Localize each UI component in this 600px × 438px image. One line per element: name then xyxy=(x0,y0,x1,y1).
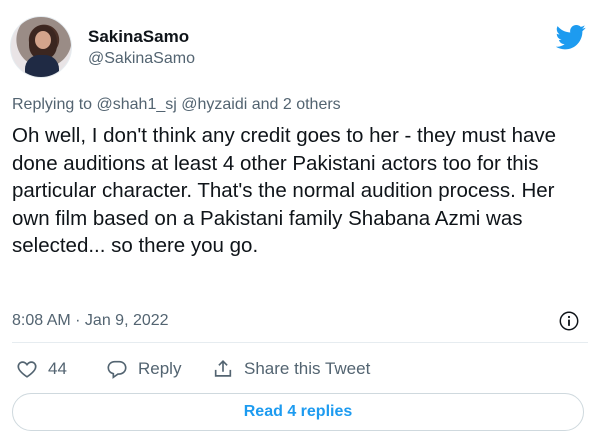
like-count: 44 xyxy=(48,359,67,378)
share-icon xyxy=(214,360,232,377)
replying-to: Replying to @shah1_sj @hyzaidi and 2 oth… xyxy=(12,96,341,114)
user-handle[interactable]: @SakinaSamo xyxy=(88,50,195,68)
speech-bubble-icon xyxy=(107,360,127,379)
heart-icon xyxy=(17,361,37,378)
tweet-text: Oh well, I don't think any credit goes t… xyxy=(12,124,557,257)
display-name[interactable]: SakinaSamo xyxy=(88,27,189,47)
tweet-header: SakinaSamo @SakinaSamo xyxy=(10,16,590,80)
reply-button[interactable]: Reply xyxy=(106,356,181,382)
like-button[interactable]: 44 xyxy=(16,356,67,382)
divider xyxy=(12,342,588,343)
share-button[interactable]: Share this Tweet xyxy=(212,356,370,382)
read-replies-button[interactable]: Read 4 replies xyxy=(12,393,584,431)
twitter-bird-icon[interactable] xyxy=(556,22,586,52)
tweet-meta: 8:08 AM · Jan 9, 2022 xyxy=(12,310,588,334)
avatar[interactable] xyxy=(10,16,72,78)
tweet-card: SakinaSamo @SakinaSamo Replying to @shah… xyxy=(0,0,600,438)
share-label: Share this Tweet xyxy=(244,359,371,378)
info-icon[interactable] xyxy=(558,310,580,332)
tweet-actions: 44 Reply Share this Tweet xyxy=(12,356,588,382)
replying-to-mentions[interactable]: @shah1_sj @hyzaidi and 2 others xyxy=(97,96,341,113)
tweet-timestamp[interactable]: 8:08 AM · Jan 9, 2022 xyxy=(12,312,169,330)
reply-label: Reply xyxy=(138,359,182,378)
replying-to-prefix: Replying to xyxy=(12,96,93,113)
